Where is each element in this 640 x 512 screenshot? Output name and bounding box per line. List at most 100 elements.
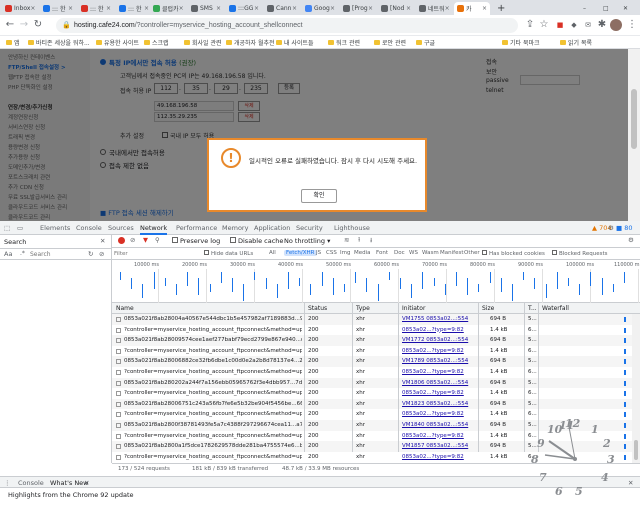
table-row[interactable]: 0853a021f8ab28006751c243a56fb7fe6e5b32be… — [112, 398, 640, 410]
request-initiator[interactable]: VM1772 0853a02...:554 — [402, 337, 476, 343]
filter-type-doc[interactable]: Doc — [394, 250, 405, 256]
browser-tab[interactable]: Cann × — [264, 2, 300, 15]
devtools-tab-network[interactable]: Network — [140, 224, 168, 235]
table-row[interactable]: ?controller=myservice_hosting_account_ft… — [112, 324, 640, 336]
forward-icon[interactable]: → — [18, 19, 30, 31]
close-tab-icon[interactable]: × — [292, 5, 297, 12]
request-initiator[interactable]: VM1806 0853a02...:554 — [402, 380, 476, 386]
filter-type-media[interactable]: Media — [354, 250, 371, 256]
browser-tab[interactable]: Inbox × — [2, 2, 38, 15]
column-header[interactable]: Name — [116, 305, 134, 312]
close-tab-icon[interactable]: × — [482, 5, 487, 12]
request-name[interactable]: ?controller=myservice_hosting_account_ft… — [124, 369, 302, 375]
bookmark-item[interactable]: 읽기 목록 — [560, 38, 592, 47]
wifi-icon[interactable]: ≋ — [344, 236, 349, 244]
bookmark-item[interactable]: 구글 — [416, 38, 435, 47]
request-name[interactable]: ?controller=myservice_hosting_account_ft… — [124, 433, 302, 439]
checkbox-icon[interactable] — [482, 250, 487, 255]
close-icon[interactable]: ✕ — [100, 237, 105, 245]
checkbox-icon[interactable] — [230, 237, 236, 243]
more-icon[interactable]: ⋮ — [626, 19, 638, 31]
message-count[interactable]: ■ 80 — [616, 224, 633, 232]
filter-type-ws[interactable]: WS — [409, 250, 418, 256]
close-tab-icon[interactable]: × — [445, 5, 450, 12]
checkbox-icon[interactable] — [552, 250, 557, 255]
browser-tab[interactable]: [Prog × — [340, 2, 376, 15]
scrollbar-thumb[interactable] — [631, 89, 637, 149]
request-name[interactable]: 0853a021f8ab2800a1f5dce1782629578dde281b… — [124, 443, 302, 449]
extension-icon[interactable]: ✉ — [582, 19, 594, 31]
close-tab-icon[interactable]: × — [368, 5, 373, 12]
table-row[interactable]: ?controller=myservice_hosting_account_ft… — [112, 367, 640, 378]
close-tab-icon[interactable]: × — [68, 5, 73, 12]
upload-icon[interactable]: ⭱ — [358, 236, 360, 247]
clear-icon[interactable]: ⊘ — [99, 250, 104, 258]
bookmark-item[interactable]: 개공하자 월추전 — [226, 38, 275, 47]
bookmark-item[interactable]: 스크랩 — [144, 38, 169, 47]
browser-tab[interactable]: Goog × — [302, 2, 338, 15]
request-name[interactable]: ?controller=myservice_hosting_account_ft… — [124, 348, 302, 354]
browser-tab[interactable]: [Nod × — [378, 2, 414, 15]
filter-type-other[interactable]: Other — [464, 250, 480, 256]
request-name[interactable]: 0853a021f8ab280202a244f7a156ebb05965762f… — [124, 380, 302, 386]
column-header[interactable]: Size — [482, 305, 494, 312]
browser-tab[interactable]: 클럽카 × — [150, 2, 186, 15]
filter-type-css[interactable]: CSS — [326, 250, 337, 256]
device-toggle-icon[interactable]: ▭ — [17, 224, 23, 232]
extension-icon[interactable]: ■ — [554, 19, 566, 31]
bookmark-item[interactable]: 앱 — [6, 38, 20, 47]
request-initiator[interactable]: VM1789 0853a02...:554 — [402, 358, 476, 364]
browser-tab[interactable]: SMS × — [188, 2, 224, 15]
devtools-tab-application[interactable]: Application — [254, 224, 290, 232]
settings-icon[interactable]: ⚙ — [608, 224, 614, 232]
table-row[interactable]: ?controller=myservice_hosting_account_ft… — [112, 388, 640, 400]
filter-type-fetch-xhr[interactable]: Fetch/XHR — [284, 250, 317, 256]
clear-icon[interactable]: ⊘ — [130, 236, 135, 244]
close-tab-icon[interactable]: × — [179, 5, 184, 12]
page-scrollbar[interactable] — [628, 49, 640, 221]
bookmark-item[interactable]: 회사일 관련 — [184, 38, 222, 47]
close-tab-icon[interactable]: × — [216, 5, 221, 12]
browser-tab[interactable]: ::: 한 × — [116, 2, 152, 15]
record-icon[interactable] — [118, 237, 125, 244]
close-icon[interactable]: ✕ — [84, 479, 89, 487]
close-tab-icon[interactable]: × — [406, 5, 411, 12]
bookmark-item[interactable]: 기타 북마크 — [502, 38, 540, 47]
close-window-icon[interactable]: ✕ — [620, 2, 631, 15]
close-tab-icon[interactable]: × — [144, 5, 149, 12]
request-initiator[interactable]: VM1755 0853a02...:554 — [402, 316, 476, 322]
close-tab-icon[interactable]: × — [254, 5, 259, 12]
throttling-select[interactable]: No throttling ▾ — [284, 237, 330, 245]
filter-type-wasm[interactable]: Wasm — [422, 250, 439, 256]
blocked-requests-checkbox[interactable]: Blocked Requests — [552, 250, 608, 257]
minimize-icon[interactable]: – — [580, 2, 589, 15]
browser-tab[interactable]: ::: 한 × — [78, 2, 114, 15]
request-name[interactable]: 0853a021f8ab28009574cee1aef277babf79ecd2… — [124, 337, 302, 343]
request-initiator[interactable]: 0853a02...?type=9:82 — [402, 411, 476, 417]
share-icon[interactable]: ⇪ — [524, 19, 536, 31]
filter-icon[interactable]: ▼ — [143, 236, 148, 244]
table-row[interactable]: 0853a021f8ab280202a244f7a156ebb05965762f… — [112, 377, 640, 389]
browser-tab[interactable]: 카 × — [454, 2, 490, 15]
filter-type-js[interactable]: JS — [316, 250, 321, 256]
bookmark-item[interactable]: 워크 관련 — [328, 38, 360, 47]
match-case-toggle[interactable]: Aa — [4, 250, 12, 258]
devtools-tab-elements[interactable]: Elements — [40, 224, 70, 232]
bookmark-item[interactable]: 바티존 세상을 워하... — [28, 38, 90, 47]
request-name[interactable]: 0853a021f8ab2800f38781493fe5a7c4388f2972… — [124, 422, 302, 428]
table-row[interactable]: ?controller=myservice_hosting_account_ft… — [112, 345, 640, 357]
devtools-tab-security[interactable]: Security — [296, 224, 323, 232]
column-header[interactable]: Type — [356, 305, 370, 312]
browser-tab[interactable]: 네트워 × — [416, 2, 452, 15]
devtools-tab-performance[interactable]: Performance — [176, 224, 217, 232]
browser-tab[interactable]: :::GG × — [226, 2, 262, 15]
request-name[interactable]: 0853a021f8ab28004a40567e544dbc1b5e457982… — [124, 316, 302, 322]
request-name[interactable]: ?controller=myservice_hosting_account_ft… — [124, 411, 302, 417]
devtools-tab-lighthouse[interactable]: Lighthouse — [334, 224, 370, 232]
close-tab-icon[interactable]: × — [330, 5, 335, 12]
settings-icon[interactable]: ⚙ — [628, 236, 634, 244]
back-icon[interactable]: ← — [4, 19, 16, 31]
close-tab-icon[interactable]: × — [30, 5, 35, 12]
request-initiator[interactable]: 0853a02...?type=9:82 — [402, 369, 476, 375]
puzzle-icon[interactable]: ✱ — [596, 19, 608, 31]
